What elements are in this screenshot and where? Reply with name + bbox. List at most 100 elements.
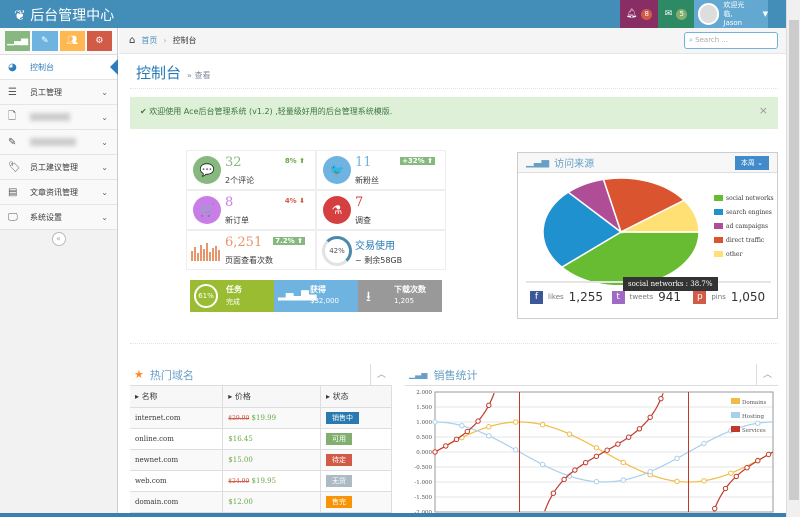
data-point-domains[interactable] <box>486 424 492 430</box>
column-header[interactable]: ▸ 价格 <box>222 386 322 408</box>
week-dropdown[interactable]: 本周 ⌄ <box>734 156 769 170</box>
legend-label: search engines <box>726 208 772 216</box>
pencil-icon[interactable]: ✎ <box>32 31 58 51</box>
messages-button[interactable]: ✉ 5 <box>658 0 694 28</box>
data-point-hosting[interactable] <box>459 422 465 429</box>
data-point-services[interactable] <box>733 473 739 480</box>
page-subtitle: » 查看 <box>187 71 211 80</box>
collapse-widget-button[interactable]: ︿ <box>756 364 778 386</box>
old-price: $29.99 <box>228 414 250 422</box>
navbar: ❦ 后台管理中心 🔔︎ 8 ✉ 5 欢迎光临, Jason ▼ <box>0 0 786 28</box>
double-chevron-left-icon[interactable]: « <box>51 232 66 246</box>
data-point-services[interactable] <box>647 414 653 420</box>
data-point-hosting[interactable] <box>539 461 546 468</box>
data-point-services[interactable] <box>561 476 567 483</box>
data-point-services[interactable] <box>432 449 438 455</box>
scrollbar[interactable] <box>786 0 800 517</box>
cogs-icon[interactable]: ⚙ <box>86 31 112 51</box>
stat-value: 941 <box>658 290 682 304</box>
data-point-services[interactable] <box>755 458 761 464</box>
caret-down-icon: ▼ <box>762 10 768 18</box>
infobox-number: 交易使用 <box>355 241 395 252</box>
column-header[interactable]: ▸ 状态 <box>320 386 392 408</box>
data-point-hosting[interactable] <box>620 477 626 483</box>
data-point-hosting[interactable] <box>647 468 653 475</box>
data-point-services[interactable] <box>625 434 632 440</box>
stat-tile: ▂▅▃▇▄ 获得 $32,000 <box>274 280 358 312</box>
data-point-hosting[interactable] <box>593 478 600 485</box>
data-point-domains[interactable] <box>728 470 734 476</box>
breadcrumb-separator: › <box>163 36 167 45</box>
widget-header: ★ 热门域名 ︿ <box>130 364 392 386</box>
chevron-down-icon: ⌄ <box>101 87 108 97</box>
data-point-services[interactable] <box>722 485 729 492</box>
data-point-services[interactable] <box>604 447 610 453</box>
signal-icon[interactable]: ▁▃▅ <box>5 31 31 51</box>
data-point-domains[interactable] <box>566 431 573 437</box>
search-input[interactable]: ⌕ Search ... <box>684 32 778 49</box>
download-icon: ⭳ <box>366 289 371 305</box>
widget-header: ▁▃▅ 销售统计 ︿ <box>405 364 778 386</box>
data-point-services[interactable] <box>712 505 718 512</box>
legend-item: ad campaigns <box>714 219 774 233</box>
data-point-services[interactable] <box>475 418 481 424</box>
message-count: 5 <box>676 8 688 20</box>
sidebar-item-settings[interactable]: 🖵︎ 系统设置 ⌄ <box>0 205 117 230</box>
data-point-hosting[interactable] <box>755 420 761 426</box>
data-point-services[interactable] <box>636 426 643 432</box>
data-point-domains[interactable] <box>620 459 626 466</box>
sidebar-item-staff[interactable]: ☰ 员工管理 ⌄ <box>0 80 117 105</box>
data-point-services[interactable] <box>658 395 664 402</box>
signal-icon: ▁▃▅ <box>409 370 428 379</box>
price: $12.00 <box>228 497 253 506</box>
data-point-services[interactable] <box>464 428 470 435</box>
infobox-stat: 4% ⬇ <box>284 197 305 205</box>
breadcrumb-home[interactable]: 首页 <box>141 35 157 46</box>
users-icon[interactable]: 👥︎ <box>59 31 85 51</box>
data-point-domains[interactable] <box>701 478 707 484</box>
data-point-hosting[interactable] <box>701 440 707 447</box>
data-point-hosting[interactable] <box>674 455 680 462</box>
data-point-services[interactable] <box>443 443 449 449</box>
sidebar-item-dashboard[interactable]: ◕ 控制台 <box>0 55 118 80</box>
data-point-services[interactable] <box>593 453 600 459</box>
sidebar-item-blurred-2[interactable]: ✎ ⌄ <box>0 130 117 155</box>
user-menu[interactable]: 欢迎光临, Jason ▼ <box>694 0 768 28</box>
facebook-icon: f <box>530 290 543 304</box>
pie-chart <box>542 177 700 285</box>
header-label: 状态 <box>332 391 349 401</box>
infobox-stat: 7.2% ⬆ <box>273 237 305 245</box>
data-point-services[interactable] <box>572 467 578 473</box>
data-point-domains[interactable] <box>539 422 546 428</box>
data-point-hosting[interactable] <box>512 447 519 453</box>
domain-price-cell: $12.00 <box>222 491 322 513</box>
notifications-button[interactable]: 🔔︎ 8 <box>620 0 658 28</box>
data-point-hosting[interactable] <box>432 419 438 425</box>
y-tick-label: 2.000 <box>416 390 432 396</box>
infobox-stat: 8% ⬆ <box>284 157 305 165</box>
facebook-stat: f likes 1,255 <box>526 283 608 311</box>
list-icon: ☰ <box>8 86 17 98</box>
data-point-services[interactable] <box>486 402 492 408</box>
sidebar-item-suggestions[interactable]: 🏷︎ 员工建议管理 ⌄ <box>0 155 117 180</box>
sidebar-item-label: 文章资讯管理 <box>30 187 78 197</box>
data-point-domains[interactable] <box>593 445 600 451</box>
collapse-widget-button[interactable]: ︿ <box>370 364 392 386</box>
close-icon[interactable]: × <box>759 104 768 117</box>
sidebar: ▁▃▅ ✎ 👥︎ ⚙ ◕ 控制台 ☰ 员工管理 ⌄ 🗋 ⌄ ✎ ⌄ 🏷︎ 员工建议管理 ⌄ ▤… <box>0 28 118 517</box>
data-point-services[interactable] <box>582 459 589 466</box>
data-point-domains[interactable] <box>512 419 519 425</box>
data-point-services[interactable] <box>615 441 621 447</box>
data-point-services[interactable] <box>453 436 460 443</box>
shortcuts: ▁▃▅ ✎ 👥︎ ⚙ <box>0 28 117 55</box>
sidebar-item-blurred-1[interactable]: 🗋 ⌄ <box>0 105 117 130</box>
data-point-services[interactable] <box>765 451 772 458</box>
data-point-hosting[interactable] <box>486 433 492 439</box>
data-point-services[interactable] <box>550 490 557 496</box>
data-point-services[interactable] <box>744 465 750 471</box>
scrollbar-thumb[interactable] <box>789 20 799 500</box>
column-header[interactable]: ▸ 名称 <box>130 386 224 408</box>
sidebar-item-articles[interactable]: ▤ 文章资讯管理 ⌄ <box>0 180 117 205</box>
data-point-domains[interactable] <box>674 478 680 485</box>
brand[interactable]: ❦ 后台管理中心 <box>14 5 114 25</box>
